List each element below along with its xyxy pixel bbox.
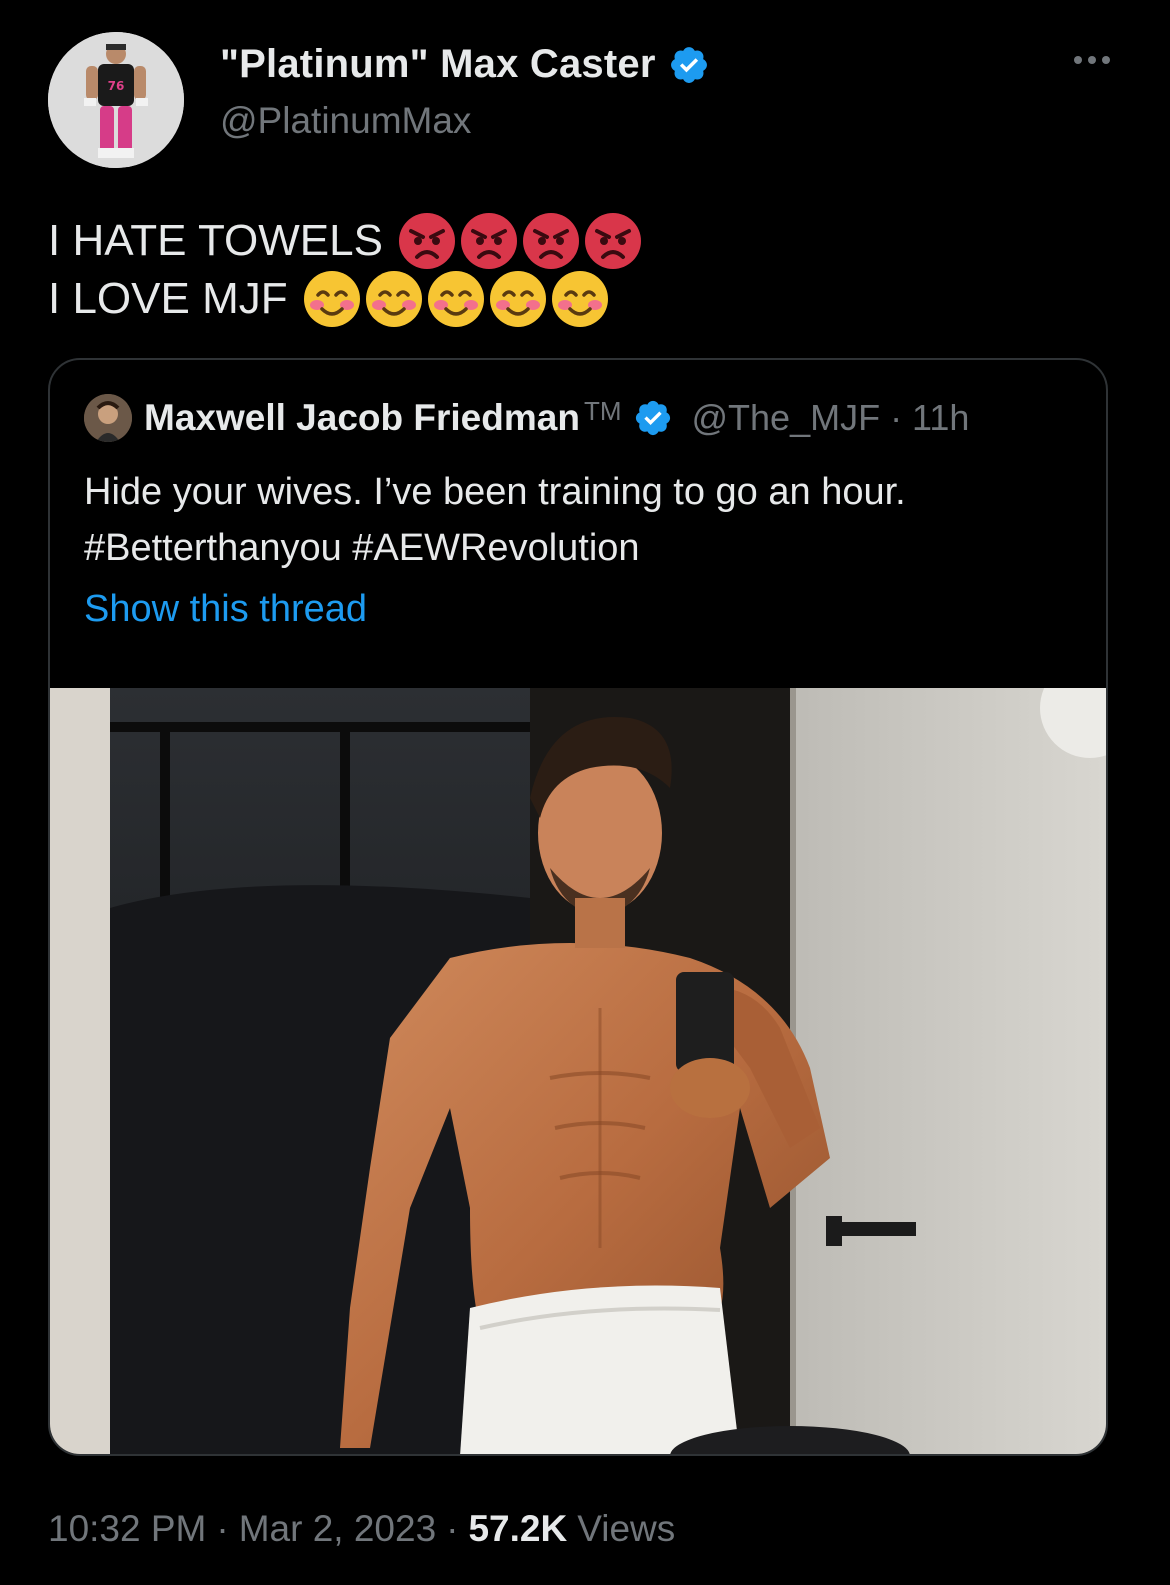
- quoted-body-line-1: Hide your wives. I’ve been training to g…: [84, 471, 906, 513]
- angry-face-icon: [583, 211, 643, 271]
- quoted-tweet-body: Hide your wives. I’ve been training to g…: [84, 464, 1084, 576]
- angry-face-icon: [459, 211, 519, 271]
- quoted-handle-time: @The_MJF · 11h: [691, 397, 970, 438]
- quoted-tweet-card[interactable]: Maxwell Jacob Friedman TM @The_MJF · 11h…: [48, 358, 1108, 1456]
- more-options-icon[interactable]: [1074, 56, 1110, 64]
- smiling-blush-icon: [488, 269, 548, 329]
- tweet-line-1-text: I HATE TOWELS: [48, 216, 383, 265]
- tweet-text: I HATE TOWELS I LOVE MJF: [48, 212, 643, 328]
- verified-badge-icon[interactable]: [668, 44, 710, 86]
- tweet-line-2-text: I LOVE MJF: [48, 274, 288, 323]
- tweet-line-1: I HATE TOWELS: [48, 212, 643, 270]
- author-display-name[interactable]: "Platinum" Max Caster: [220, 42, 656, 87]
- views-label: Views: [577, 1508, 676, 1549]
- angry-face-icon: [397, 211, 457, 271]
- quoted-body-line-2[interactable]: #Betterthanyou #AEWRevolution: [84, 520, 1084, 576]
- quoted-tweet-photo[interactable]: [50, 688, 1106, 1454]
- tweet-time[interactable]: 10:32 PM: [48, 1508, 206, 1550]
- smiling-blush-icon: [364, 269, 424, 329]
- tweet-line-2: I LOVE MJF: [48, 270, 643, 328]
- smiling-blush-icon: [550, 269, 610, 329]
- quoted-tweet-header: Maxwell Jacob Friedman TM @The_MJF · 11h: [84, 394, 969, 442]
- views-count[interactable]: 57.2K: [468, 1508, 567, 1550]
- meta-separator: ·: [216, 1508, 229, 1549]
- angry-face-icon: [521, 211, 581, 271]
- tweet-detail-page: 76 "Platinum" Max Caster @PlatinumMax I …: [0, 0, 1170, 1585]
- avatar-image: 76: [48, 32, 184, 168]
- author-avatar[interactable]: 76: [48, 32, 184, 168]
- tweet-date[interactable]: Mar 2, 2023: [239, 1508, 436, 1550]
- smiling-blush-icon: [302, 269, 362, 329]
- show-thread-link[interactable]: Show this thread: [84, 588, 367, 631]
- tweet-meta: 10:32 PM · Mar 2, 2023 · 57.2K Views: [48, 1508, 675, 1550]
- quoted-author-avatar[interactable]: [84, 394, 132, 442]
- angry-emoji-row: [397, 211, 643, 271]
- mirror-selfie-photo: [50, 688, 1106, 1454]
- trademark-mark: TM: [583, 396, 622, 426]
- svg-text:76: 76: [108, 79, 125, 93]
- author-name-row[interactable]: "Platinum" Max Caster: [220, 42, 710, 87]
- author-handle[interactable]: @PlatinumMax: [220, 100, 471, 142]
- meta-separator: ·: [446, 1508, 459, 1549]
- smiling-blush-icon: [426, 269, 486, 329]
- blush-emoji-row: [302, 269, 610, 329]
- quoted-author-name[interactable]: Maxwell Jacob Friedman: [144, 397, 580, 439]
- verified-badge-icon: [633, 398, 673, 438]
